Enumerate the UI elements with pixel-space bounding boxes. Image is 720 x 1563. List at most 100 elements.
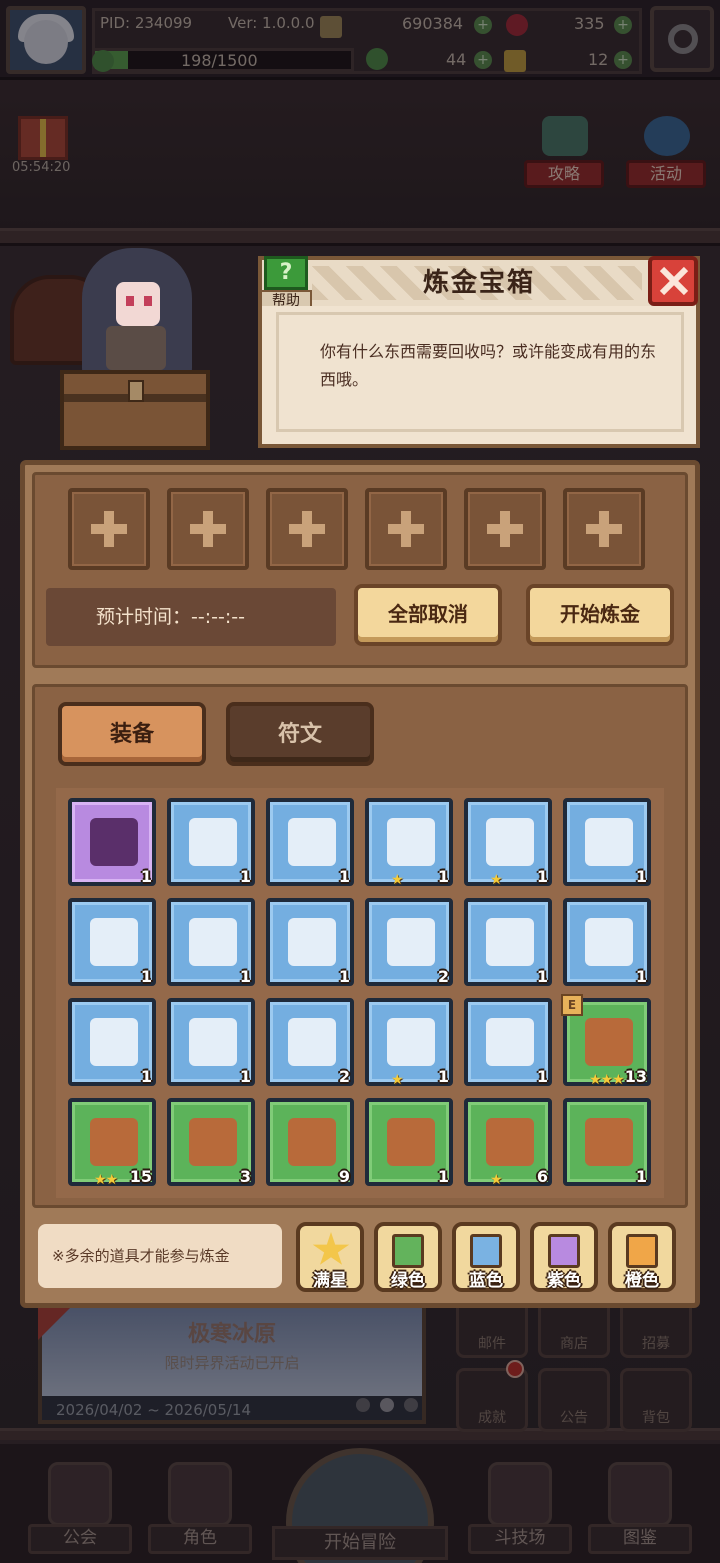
color-swatch (626, 1234, 658, 1268)
npc-eye (126, 296, 134, 306)
inventory-item[interactable]: 1 (266, 898, 354, 986)
sword-icon (288, 818, 336, 866)
item-stars: ★★★ (589, 1072, 625, 1088)
item-count: 1 (536, 1067, 548, 1086)
round-shield-icon (486, 1118, 534, 1166)
add-item-slot[interactable] (563, 488, 645, 570)
item-count: 1 (635, 1167, 647, 1186)
inventory-item[interactable]: 1 (464, 998, 552, 1086)
item-count: 2 (338, 1067, 350, 1086)
inventory-item[interactable]: 9 (266, 1098, 354, 1186)
filter-label: 橙色 (625, 1271, 659, 1291)
start-alchemy-button[interactable]: 开始炼金 (526, 584, 674, 646)
white-boots-icon (585, 918, 633, 966)
color-swatch (470, 1234, 502, 1268)
vest-icon (189, 918, 237, 966)
chest-lock-icon (128, 380, 144, 402)
inventory-item[interactable]: ★ 1 (365, 998, 453, 1088)
npc-face (116, 282, 160, 326)
item-count: 1 (239, 967, 251, 986)
inventory-item[interactable]: 1 (563, 1098, 651, 1186)
filter-label: 紫色 (547, 1271, 581, 1291)
inventory-item[interactable]: ★★ 15 (68, 1098, 156, 1188)
inventory-item[interactable]: ★ 1 (464, 798, 552, 888)
item-count: 6 (536, 1167, 548, 1186)
inventory-item[interactable]: 1 (365, 1098, 453, 1186)
item-count: 1 (239, 867, 251, 886)
boot-icon (90, 818, 138, 866)
item-count: 1 (635, 967, 647, 986)
stone-icon (585, 1118, 633, 1166)
inventory-item[interactable]: 1 (167, 998, 255, 1086)
bow-icon (189, 1118, 237, 1166)
item-count: 1 (536, 867, 548, 886)
item-count: 1 (239, 1067, 251, 1086)
help-button[interactable]: ? 帮助 (260, 254, 312, 312)
filter-button[interactable]: 绿色 (374, 1222, 442, 1292)
inventory-item[interactable]: 1 (266, 798, 354, 886)
cancel-all-button[interactable]: 全部取消 (354, 584, 502, 646)
inventory-item[interactable]: 1 (464, 898, 552, 986)
gem-ring-icon (189, 1018, 237, 1066)
wooden-shield-icon (585, 1018, 633, 1066)
filter-button[interactable]: 紫色 (530, 1222, 598, 1292)
inventory-item[interactable]: 1 (68, 998, 156, 1086)
dialog-title: 炼金宝箱 (422, 268, 535, 298)
inventory-item[interactable]: 3 (167, 1098, 255, 1186)
inventory-item[interactable]: 2 (266, 998, 354, 1086)
npc-eye (144, 296, 152, 306)
item-count: 1 (437, 1067, 449, 1086)
close-button[interactable] (648, 256, 698, 306)
item-count: 1 (635, 867, 647, 886)
item-count: 1 (140, 1067, 152, 1086)
add-item-slot[interactable] (266, 488, 348, 570)
star-icon (312, 1232, 350, 1265)
item-count: 1 (536, 967, 548, 986)
item-stars: ★ (391, 872, 404, 888)
filter-label: 蓝色 (469, 1271, 503, 1291)
alchemy-note: ※多余的道具才能参与炼金 (38, 1224, 282, 1288)
staff-icon (189, 818, 237, 866)
item-count: 1 (140, 867, 152, 886)
color-swatch (392, 1234, 424, 1268)
add-item-slot[interactable] (68, 488, 150, 570)
inventory-item[interactable]: 1 (68, 898, 156, 986)
filter-button[interactable]: 橙色 (608, 1222, 676, 1292)
item-count: 1 (437, 1167, 449, 1186)
filter-button[interactable]: 满星 (296, 1222, 364, 1292)
item-stars: ★ (490, 872, 503, 888)
inventory-item[interactable]: 1 (563, 898, 651, 986)
item-count: 3 (239, 1167, 251, 1186)
item-stars: ★★ (94, 1172, 118, 1188)
inventory-item[interactable]: 1 (167, 898, 255, 986)
collar-icon (387, 918, 435, 966)
inventory-item[interactable]: 1 (563, 798, 651, 886)
add-item-slot[interactable] (167, 488, 249, 570)
dark-armor-icon (90, 918, 138, 966)
add-item-slot[interactable] (464, 488, 546, 570)
knife-icon (387, 1118, 435, 1166)
inventory-item[interactable]: 1 (167, 798, 255, 886)
helmet-icon (387, 1018, 435, 1066)
item-count: 1 (338, 967, 350, 986)
filter-label: 满星 (313, 1271, 347, 1291)
inventory-item[interactable]: ★★★ 13 E (561, 994, 651, 1088)
tab-equipment[interactable]: 装备 (58, 702, 206, 766)
item-count: 1 (338, 867, 350, 886)
heart-amulet-icon (288, 1018, 336, 1066)
alchemy-chest (60, 370, 210, 450)
item-stars: ★ (391, 1072, 404, 1088)
inventory-item[interactable]: ★ 6 (464, 1098, 552, 1188)
inventory-item[interactable]: 1 (68, 798, 156, 886)
tab-runes[interactable]: 符文 (226, 702, 374, 766)
filter-button[interactable]: 蓝色 (452, 1222, 520, 1292)
inventory-item[interactable]: ★ 1 (365, 798, 453, 888)
orb-icon (387, 818, 435, 866)
color-swatch (548, 1234, 580, 1268)
purple-boots-icon (486, 918, 534, 966)
filter-label: 绿色 (391, 1271, 425, 1291)
dagger-icon (486, 818, 534, 866)
inventory-item[interactable]: 2 (365, 898, 453, 986)
add-item-slot[interactable] (365, 488, 447, 570)
npc-body (106, 326, 166, 370)
